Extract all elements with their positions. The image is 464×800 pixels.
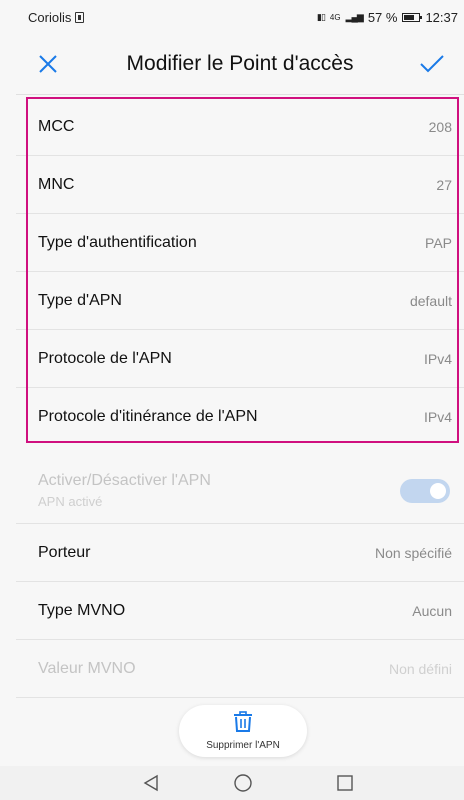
status-right: ▮▯ 4G ▂▄▆ 57 % 12:37 — [317, 10, 458, 25]
row-apn-toggle: Activer/Désactiver l'APN APN activé — [16, 458, 464, 524]
home-icon[interactable] — [232, 772, 254, 794]
row-label: Protocole de l'APN — [38, 349, 172, 367]
row-label: Porteur — [38, 543, 91, 561]
notification-icon — [75, 11, 85, 23]
clock: 12:37 — [425, 9, 458, 25]
back-icon[interactable] — [140, 772, 162, 794]
row-value: Non spécifié — [374, 544, 452, 561]
status-left: Coriolis — [28, 9, 85, 25]
delete-label: Supprimer l'APN — [206, 740, 280, 751]
row-mvno-value: Valeur MVNO Non défini — [16, 640, 464, 698]
row-value: IPv4 — [423, 409, 452, 425]
toggle-knob — [430, 482, 446, 499]
check-icon[interactable] — [418, 50, 446, 78]
row-label: Type MVNO — [38, 601, 126, 619]
cell-signal-icon: ▂▄▆ — [345, 11, 364, 22]
row-value: Aucun — [412, 602, 452, 619]
row-label: Valeur MVNO — [38, 659, 136, 677]
close-icon[interactable] — [34, 50, 62, 78]
toggle-text: Activer/Désactiver l'APN APN activé — [38, 472, 211, 509]
battery-percent: 57 % — [367, 9, 398, 25]
apn-toggle-switch[interactable] — [400, 478, 450, 503]
signal-icon: ▮▯ — [317, 11, 326, 22]
page-title: Modifier le Point d'accès — [126, 52, 354, 75]
delete-apn-button[interactable]: Supprimer l'APN — [179, 705, 307, 757]
battery-icon — [402, 12, 423, 22]
row-label: MNC — [38, 175, 75, 193]
toggle-title: Activer/Désactiver l'APN — [38, 472, 211, 489]
row-mnc[interactable]: MNC 27 — [16, 156, 464, 214]
row-value: PAP — [425, 234, 452, 251]
carrier-name: Coriolis — [28, 9, 72, 25]
row-label: MCC — [38, 117, 75, 135]
row-label: Type d'authentification — [38, 233, 197, 251]
recents-icon[interactable] — [334, 772, 356, 794]
header-divider — [16, 94, 464, 95]
toggle-subtitle: APN activé — [38, 494, 103, 509]
row-apn-type[interactable]: Type d'APN default — [16, 272, 464, 330]
row-value: IPv4 — [423, 350, 452, 367]
row-value: Non défini — [388, 660, 452, 677]
status-bar: Coriolis ▮▯ 4G ▂▄▆ 57 % 12:37 — [0, 0, 464, 34]
row-mcc[interactable]: MCC 208 — [16, 98, 464, 156]
row-bearer[interactable]: Porteur Non spécifié — [16, 524, 464, 582]
system-nav-bar — [0, 766, 464, 800]
app-header: Modifier le Point d'accès — [0, 34, 464, 94]
row-auth-type[interactable]: Type d'authentification PAP — [16, 214, 464, 272]
row-roaming-protocol[interactable]: Protocole d'itinérance de l'APN IPv4 — [16, 388, 464, 446]
row-mvno-type[interactable]: Type MVNO Aucun — [16, 582, 464, 640]
network-type: 4G — [329, 12, 341, 22]
row-value: 27 — [436, 176, 452, 193]
row-apn-protocol[interactable]: Protocole de l'APN IPv4 — [16, 330, 464, 388]
row-value: 208 — [428, 118, 452, 135]
row-label: Type d'APN — [38, 291, 122, 309]
row-label: Protocole d'itinérance de l'APN — [38, 408, 258, 425]
trash-icon — [233, 711, 253, 738]
row-value: default — [409, 292, 452, 309]
